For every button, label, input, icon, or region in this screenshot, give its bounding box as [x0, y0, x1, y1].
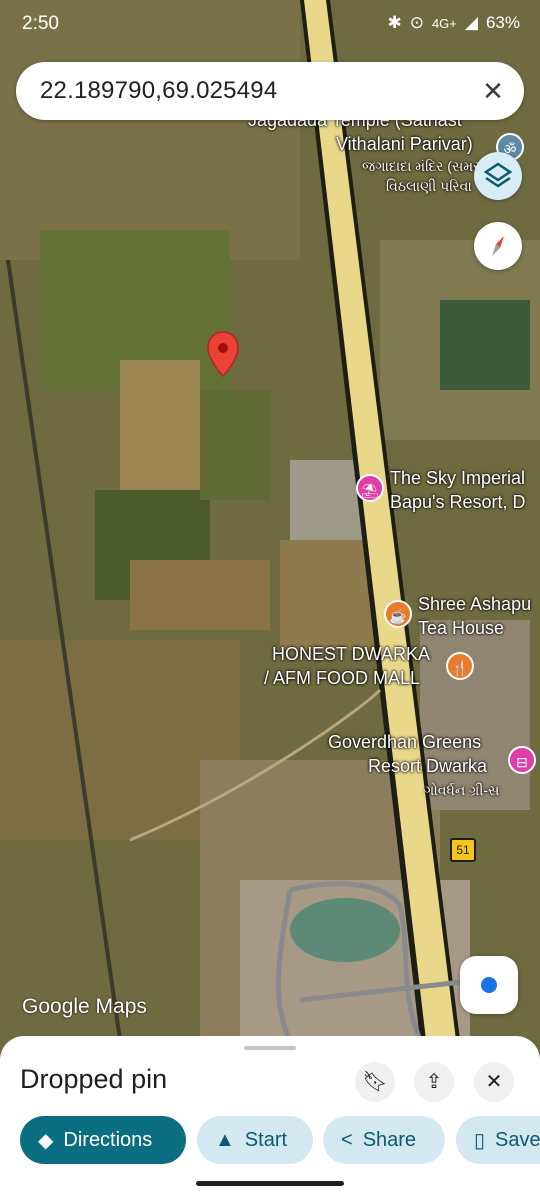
- status-time: 2:50: [22, 13, 59, 34]
- location-icon: ⊙: [409, 13, 424, 32]
- my-location-icon: [481, 977, 497, 993]
- poi-label[interactable]: વિઠલાણી પરિવા: [386, 174, 472, 198]
- save-label: Save: [495, 1128, 540, 1151]
- share-icon: <: [341, 1128, 353, 1151]
- pin-icon[interactable]: [206, 330, 240, 378]
- poi-label[interactable]: Tea House: [418, 616, 504, 640]
- status-icons: ✱ ⊙ 4G+ ◢ 63%: [387, 13, 520, 33]
- navigation-arrow-icon: ▲: [215, 1128, 235, 1151]
- status-bar: 2:50 ✱ ⊙ 4G+ ◢ 63%: [0, 0, 540, 50]
- signal-icon: ◢: [464, 13, 478, 32]
- poi-label[interactable]: The Sky Imperial: [390, 466, 525, 490]
- gesture-bar[interactable]: [196, 1181, 344, 1186]
- cafe-poi-icon[interactable]: ☕: [384, 600, 412, 628]
- bluetooth-icon: ✱: [387, 13, 402, 32]
- bookmark-icon: ▯: [474, 1129, 486, 1152]
- start-label: Start: [244, 1128, 288, 1151]
- compass-button[interactable]: [474, 222, 522, 270]
- save-button[interactable]: ▯ Save: [456, 1116, 540, 1164]
- restaurant-poi-icon[interactable]: 🍴: [446, 652, 474, 680]
- search-bar[interactable]: 22.189790,69.025494 ✕: [16, 62, 524, 120]
- place-sheet[interactable]: Dropped pin 🔖︎ ⇪ ✕ ◆ Directions ▲ Start …: [0, 1036, 540, 1200]
- poi-label[interactable]: Goverdhan Greens: [328, 730, 481, 754]
- directions-icon: ◆: [38, 1129, 54, 1152]
- poi-label[interactable]: Shree Ashapu: [418, 592, 531, 616]
- layers-icon: [483, 162, 513, 188]
- close-icon[interactable]: ✕: [476, 74, 510, 108]
- search-query[interactable]: 22.189790,69.025494: [40, 77, 277, 105]
- layers-button[interactable]: [474, 152, 522, 200]
- poi-label[interactable]: Resort Dwarka: [368, 754, 487, 778]
- sheet-handle[interactable]: [244, 1046, 296, 1050]
- poi-label[interactable]: / AFM FOOD MALL: [264, 666, 420, 690]
- directions-label: Directions: [63, 1128, 153, 1151]
- battery-label: 63%: [485, 13, 520, 32]
- share-icon[interactable]: ⇪: [414, 1062, 454, 1102]
- route-shield: 51: [450, 838, 476, 862]
- network-label: 4G+: [431, 15, 457, 31]
- poi-label[interactable]: Vithalani Parivar): [336, 132, 473, 156]
- place-title: Dropped pin: [20, 1064, 168, 1094]
- poi-label[interactable]: HONEST DWARKA: [272, 642, 430, 666]
- google-maps-logo: Google Maps: [22, 995, 147, 1018]
- start-button[interactable]: ▲ Start: [197, 1116, 313, 1164]
- close-icon[interactable]: ✕: [474, 1062, 514, 1102]
- compass-icon: [492, 236, 504, 256]
- resort-poi-icon[interactable]: ⛱: [356, 474, 384, 502]
- directions-button[interactable]: ◆ Directions: [20, 1116, 186, 1164]
- poi-label[interactable]: Bapu's Resort, D: [390, 490, 526, 514]
- share-button[interactable]: < Share: [323, 1116, 445, 1164]
- bookmark-icon[interactable]: 🔖︎: [355, 1062, 395, 1102]
- my-location-button[interactable]: [460, 956, 518, 1014]
- poi-label[interactable]: ગોવર્ધન ગ્રી-સ: [424, 778, 499, 802]
- hotel-poi-icon[interactable]: ⊟: [508, 746, 536, 774]
- share-label: Share: [362, 1128, 417, 1151]
